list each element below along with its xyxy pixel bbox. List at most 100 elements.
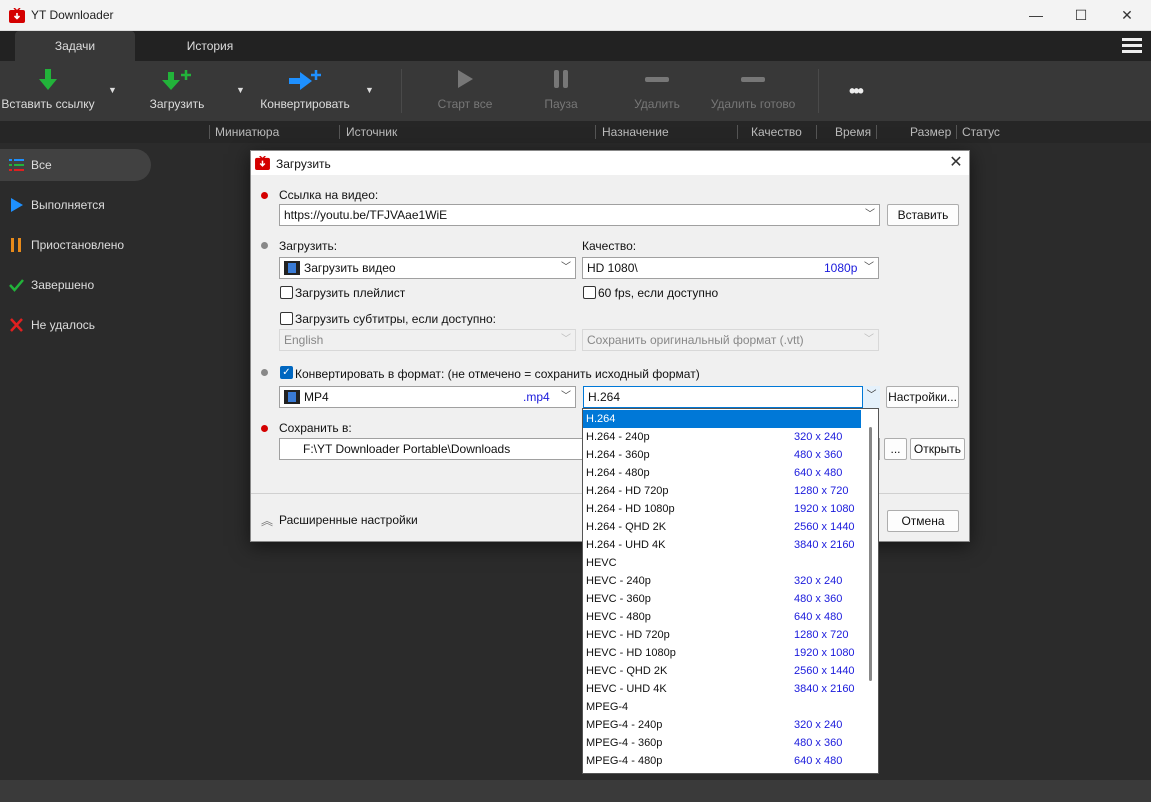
codec-option[interactable]: H.264 - UHD 4K 3840 x 2160 [583,536,861,554]
codec-option-resolution: 640 x 480 [794,467,843,479]
sidebar-item-all[interactable]: Все [0,149,151,181]
required-dot [261,425,268,432]
codec-option-name: HEVC - QHD 2K [586,665,668,677]
codec-option[interactable]: HEVC - HD 1080p 1920 x 1080 [583,644,861,662]
download-add-icon [162,70,191,90]
convert-button[interactable]: Конвертировать [256,61,354,121]
codec-option-resolution: 480 x 360 [794,593,843,605]
codec-option-name: HEVC - 480p [586,611,651,623]
codec-option[interactable]: HEVC - UHD 4K 3840 x 2160 [583,680,861,698]
chevron-down-icon: ﹀ [561,262,571,273]
scrollbar-thumb[interactable] [869,427,872,681]
codec-option[interactable]: H.264 - 240p 320 x 240 [583,428,861,446]
chevron-up-icon[interactable]: ︽ [261,512,273,529]
more-options-icon[interactable]: ••• [849,81,864,102]
url-input[interactable]: https://youtu.be/TFJVAae1WiE ﹀ [279,204,880,226]
pause-button[interactable]: Пауза [531,61,591,121]
codec-option[interactable]: H.264 - 480p 640 x 480 [583,464,861,482]
column-quality[interactable]: Качество [751,125,802,139]
codec-dropdown-list[interactable]: H.264 H.264 - 240p 320 x 240 H.264 - 360p 48… [582,408,879,774]
column-destination[interactable]: Назначение [602,125,669,139]
subtitles-checkbox[interactable] [280,312,293,325]
format-select[interactable]: MP4 .mp4 ﹀ [279,386,576,408]
play-icon [11,198,23,212]
codec-option[interactable]: H.264 - HD 1080p 1920 x 1080 [583,500,861,518]
download-type-select[interactable]: Загрузить видео ﹀ [279,257,576,279]
pause-icon [11,238,21,252]
minus-icon [741,77,765,82]
codec-option-resolution: 1280 x 720 [794,629,849,641]
sidebar-item-completed[interactable]: Завершено [0,269,151,301]
open-folder-button[interactable]: Открыть [910,438,965,460]
subtitles-format-select[interactable]: Сохранить оригинальный формат (.vtt) ﹀ [582,329,879,351]
pause-icon [554,70,568,88]
codec-option[interactable]: HEVC - QHD 2K 2560 x 1440 [583,662,861,680]
codec-option-resolution: 2560 x 1440 [794,665,855,677]
codec-option[interactable]: MPEG-4 - 480p 640 x 480 [583,752,861,770]
codec-option-resolution: 3840 x 2160 [794,683,855,695]
quality-label: Качество: [582,239,637,253]
column-size[interactable]: Размер [910,125,951,139]
codec-option[interactable]: H.264 - HD 720p 1280 x 720 [583,482,861,500]
advanced-settings-toggle[interactable]: Расширенные настройки [279,513,418,527]
codec-option-resolution: 1920 x 1080 [794,647,855,659]
film-icon [284,390,300,404]
convert-checkbox[interactable]: ✓ [280,366,293,379]
sidebar: Все Выполняется Приостановлено Завершено… [0,143,160,780]
codec-option-resolution: 3840 x 2160 [794,539,855,551]
optional-dot [261,369,268,376]
codec-option[interactable]: HEVC - 240p 320 x 240 [583,572,861,590]
toolbar-separator [818,69,819,113]
codec-option-name: HEVC - HD 1080p [586,647,676,659]
codec-option[interactable]: MPEG-4 - 360p 480 x 360 [583,734,861,752]
tab-tasks[interactable]: Задачи [15,31,135,61]
delete-done-button[interactable]: Удалить готово [706,61,800,121]
dialog-close-icon[interactable]: ✕ [947,154,965,172]
codec-option[interactable]: HEVC - 360p 480 x 360 [583,590,861,608]
play-icon [458,70,473,88]
codec-option-name: H.264 - HD 720p [586,485,669,497]
settings-button[interactable]: Настройки... [886,386,959,408]
sidebar-item-paused[interactable]: Приостановлено [0,229,151,261]
browse-button[interactable]: ... [884,438,907,460]
sidebar-item-running[interactable]: Выполняется [0,189,151,221]
delete-button[interactable]: Удалить [627,61,687,121]
quality-select[interactable]: HD 1080\ 1080p ﹀ [582,257,879,279]
chevron-down-icon[interactable]: ﹀ [862,386,880,408]
paste-link-button[interactable]: Вставить ссылку [0,61,96,121]
codec-option-resolution: 480 x 360 [794,449,843,461]
cancel-button[interactable]: Отмена [887,510,959,532]
codec-option[interactable]: H.264 - 360p 480 x 360 [583,446,861,464]
column-time[interactable]: Время [835,125,871,139]
download-dropdown-caret[interactable]: ▼ [236,85,246,95]
codec-option[interactable]: HEVC - HD 720p 1280 x 720 [583,626,861,644]
minimize-button[interactable]: — [1013,0,1059,31]
codec-option[interactable]: HEVC [583,554,861,572]
codec-option[interactable]: H.264 - QHD 2K 2560 x 1440 [583,518,861,536]
column-source[interactable]: Источник [346,125,397,139]
start-all-button[interactable]: Старт все [430,61,500,121]
codec-option[interactable]: MPEG-4 - 240p 320 x 240 [583,716,861,734]
convert-dropdown-caret[interactable]: ▼ [365,85,375,95]
paste-button[interactable]: Вставить [887,204,959,226]
playlist-checkbox[interactable] [280,286,293,299]
column-status[interactable]: Статус [962,125,1000,139]
optional-dot [261,242,268,249]
download-button[interactable]: Загрузить [144,61,210,121]
title-bar: YT Downloader — ☐ ✕ [0,0,1151,31]
maximize-button[interactable]: ☐ [1058,0,1104,31]
codec-option[interactable]: MPEG-4 [583,698,861,716]
chevron-down-icon[interactable]: ﹀ [865,205,875,225]
codec-option-resolution: 320 x 240 [794,431,843,443]
paste-dropdown-caret[interactable]: ▼ [108,85,118,95]
codec-select[interactable]: H.264 ﹀ [583,386,880,408]
column-thumbnail[interactable]: Миниатюра [215,125,279,139]
fps-checkbox[interactable] [583,286,596,299]
menu-icon[interactable] [1122,38,1142,54]
subtitles-language-select[interactable]: English ﹀ [279,329,576,351]
tab-history[interactable]: История [150,31,270,61]
codec-option[interactable]: H.264 [583,410,861,428]
sidebar-item-failed[interactable]: Не удалось [0,309,151,341]
codec-option[interactable]: HEVC - 480p 640 x 480 [583,608,861,626]
close-window-button[interactable]: ✕ [1104,0,1150,31]
